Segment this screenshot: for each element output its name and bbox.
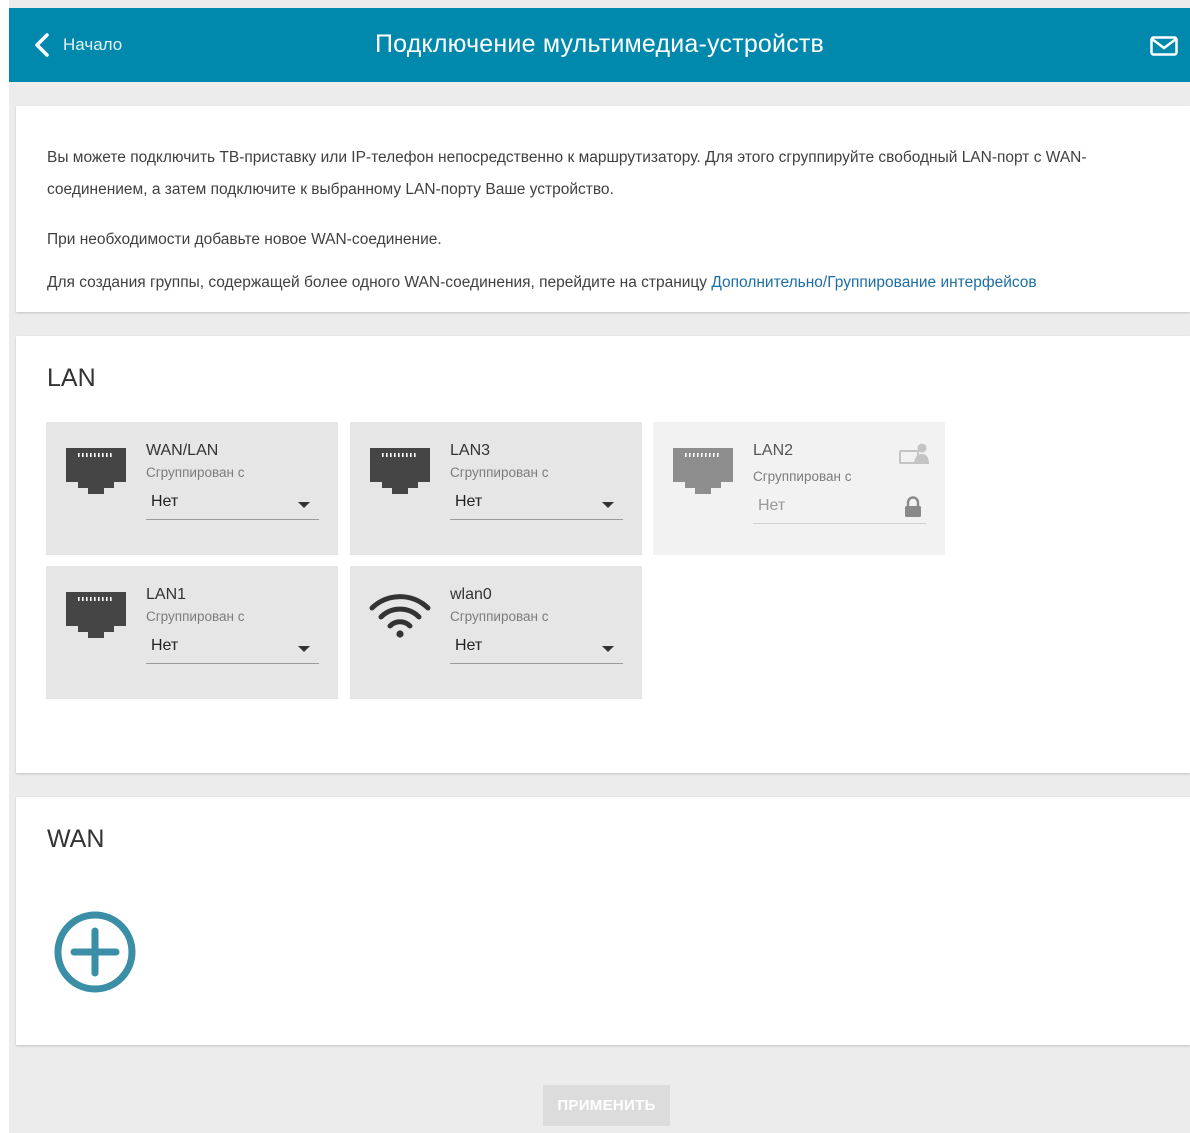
- group-select-value: Нет: [151, 493, 179, 510]
- port-name: LAN1: [146, 586, 187, 603]
- group-select[interactable]: Нет: [146, 632, 319, 664]
- port-name: LAN2: [753, 442, 794, 459]
- port-grouped-label: Сгруппирован с: [146, 465, 245, 480]
- lan-section-title: LAN: [47, 364, 96, 392]
- group-select[interactable]: Нет: [450, 632, 623, 664]
- assigned-user-icon: [899, 443, 929, 464]
- port-card-wan-lan: WAN/LAN Сгруппирован с Нет: [46, 422, 338, 555]
- wan-card: WAN: [16, 797, 1190, 1045]
- group-select-value: Нет: [758, 497, 786, 514]
- port-card-lan1: LAN1 Сгруппирован с Нет: [46, 566, 338, 699]
- plus-circle-icon[interactable]: [53, 910, 137, 994]
- ethernet-port-icon: [66, 448, 126, 494]
- info-card: Вы можете подключить ТВ-приставку или IP…: [16, 106, 1190, 312]
- ethernet-port-icon: [673, 448, 733, 494]
- lan-card: LAN WAN/LAN Сгруппирован с Нет LAN3 Сгру…: [16, 336, 1190, 773]
- port-card-wlan0: wlan0 Сгруппирован с Нет: [350, 566, 642, 699]
- port-card-lan2: LAN2 Сгруппирован с Нет: [653, 422, 945, 555]
- wan-section-title: WAN: [47, 825, 105, 853]
- group-select-value: Нет: [455, 637, 483, 654]
- ethernet-port-icon: [66, 592, 126, 638]
- port-name: wlan0: [450, 586, 492, 603]
- port-grouped-label: Сгруппирован с: [450, 465, 549, 480]
- group-select[interactable]: Нет: [450, 488, 623, 520]
- port-name: LAN3: [450, 442, 491, 459]
- wifi-icon: [369, 594, 431, 638]
- port-grouped-label: Сгруппирован с: [450, 609, 549, 624]
- ethernet-port-icon: [370, 448, 430, 494]
- info-text-2: При необходимости добавьте новое WAN-сое…: [47, 231, 442, 248]
- caret-down-icon: [298, 502, 310, 508]
- group-select-locked: Нет: [753, 492, 926, 524]
- page-title: Подключение мультимедиа-устройств: [374, 30, 825, 58]
- port-card-lan3: LAN3 Сгруппирован с Нет: [350, 422, 642, 555]
- info-text-1: Вы можете подключить ТВ-приставку или IP…: [47, 149, 1087, 198]
- page-frame: Начало Подключение мультимедиа-устройств…: [9, 0, 1190, 1133]
- page-header: Начало Подключение мультимедиа-устройств: [9, 8, 1190, 82]
- info-text-3-plain: Для создания группы, содержащей более од…: [47, 274, 712, 291]
- group-select-value: Нет: [151, 637, 179, 654]
- apply-button[interactable]: ПРИМЕНИТЬ: [543, 1085, 670, 1126]
- port-grouped-label: Сгруппирован с: [146, 609, 245, 624]
- caret-down-icon: [602, 502, 614, 508]
- group-select-value: Нет: [455, 493, 483, 510]
- info-text-3: Для создания группы, содержащей более од…: [47, 267, 1037, 299]
- group-select[interactable]: Нет: [146, 488, 319, 520]
- lock-icon: [905, 496, 921, 517]
- caret-down-icon: [298, 646, 310, 652]
- port-name: WAN/LAN: [146, 442, 219, 459]
- caret-down-icon: [602, 646, 614, 652]
- interface-grouping-link[interactable]: Дополнительно/Группирование интерфейсов: [711, 274, 1036, 291]
- mail-icon[interactable]: [1150, 36, 1178, 56]
- port-grouped-label: Сгруппирован с: [753, 469, 852, 484]
